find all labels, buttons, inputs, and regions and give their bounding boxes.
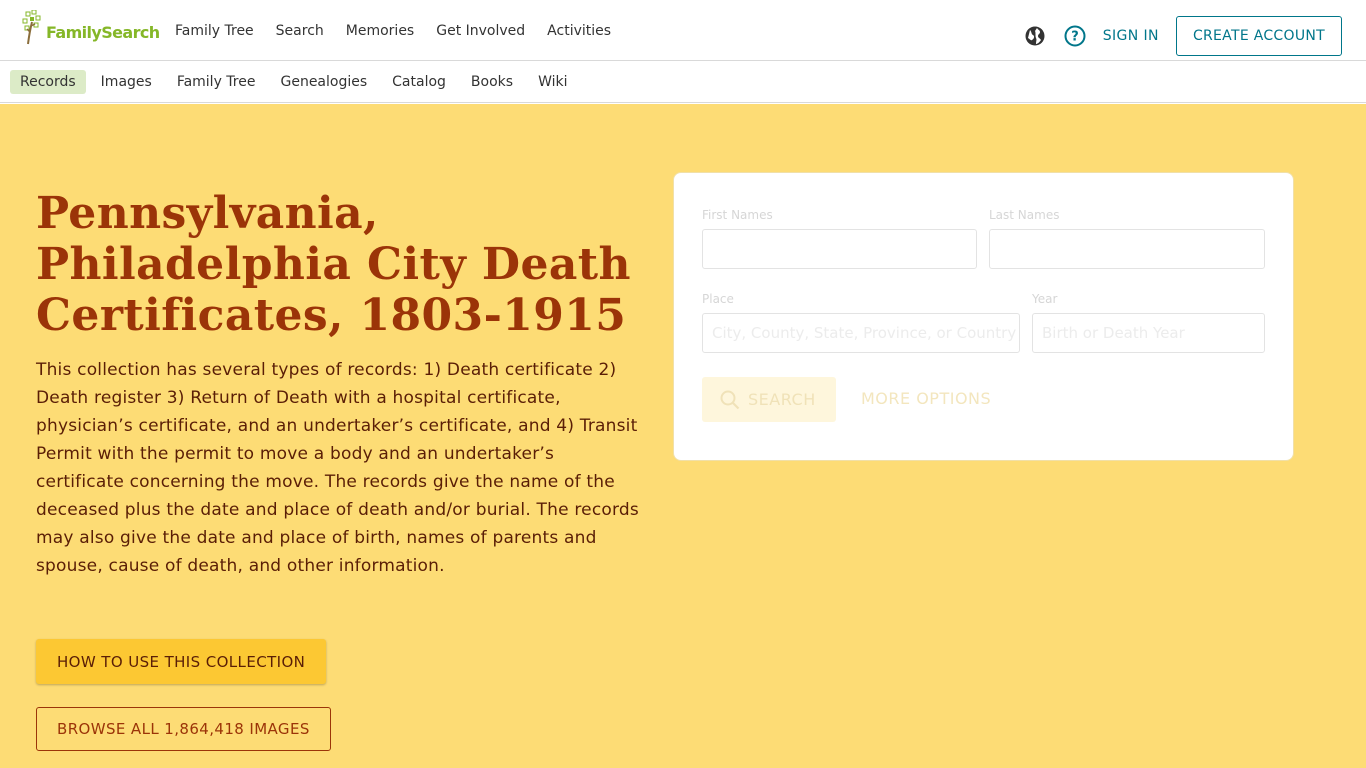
top-header: FamilySearch Family Tree Search Memories… — [0, 0, 1366, 61]
header-tools: ? SIGN IN CREATE ACCOUNT — [1023, 16, 1342, 56]
create-account-button[interactable]: CREATE ACCOUNT — [1175, 16, 1342, 56]
globe-icon[interactable] — [1023, 24, 1047, 48]
last-names-input[interactable] — [989, 229, 1265, 269]
help-icon[interactable]: ? — [1063, 24, 1087, 48]
subnav-catalog[interactable]: Catalog — [382, 70, 456, 94]
nav-search[interactable]: Search — [276, 23, 324, 39]
records-subnav: Records Images Family Tree Genealogies C… — [0, 61, 1366, 103]
collection-description: This collection has several types of rec… — [36, 360, 639, 576]
first-names-label: First Names — [702, 208, 773, 222]
subnav-images[interactable]: Images — [91, 70, 162, 94]
main-nav: Family Tree Search Memories Get Involved… — [175, 0, 633, 61]
year-label: Year — [1032, 292, 1058, 306]
nav-family-tree[interactable]: Family Tree — [175, 23, 254, 39]
last-names-label: Last Names — [989, 208, 1060, 222]
search-icon — [720, 390, 740, 409]
subnav-family-tree[interactable]: Family Tree — [167, 70, 266, 94]
nav-get-involved[interactable]: Get Involved — [436, 23, 525, 39]
tree-logo-icon — [22, 10, 41, 45]
place-input[interactable]: City, County, State, Province, or Countr… — [702, 313, 1020, 353]
subnav-genealogies[interactable]: Genealogies — [270, 70, 377, 94]
sign-in-link[interactable]: SIGN IN — [1103, 28, 1159, 44]
svg-text:?: ? — [1071, 30, 1079, 45]
familysearch-logo[interactable]: FamilySearch — [22, 10, 160, 46]
collection-hero: Pennsylvania, Philadelphia City Death Ce… — [0, 104, 1366, 768]
year-input[interactable]: Birth or Death Year — [1032, 313, 1265, 353]
first-names-input[interactable] — [702, 229, 977, 269]
nav-memories[interactable]: Memories — [346, 23, 414, 39]
more-options-link[interactable]: MORE OPTIONS — [861, 389, 991, 408]
subnav-records[interactable]: Records — [10, 69, 86, 94]
collection-title: Pennsylvania, Philadelphia City Death Ce… — [36, 188, 631, 341]
search-card: First Names Last Names Place City, Count… — [673, 172, 1294, 461]
search-button[interactable]: SEARCH — [702, 377, 836, 422]
search-button-label: SEARCH — [748, 390, 816, 409]
how-to-use-button[interactable]: HOW TO USE THIS COLLECTION — [36, 639, 327, 684]
subnav-books[interactable]: Books — [461, 70, 523, 94]
browse-images-button[interactable]: BROWSE ALL 1,864,418 IMAGES — [36, 707, 331, 751]
nav-activities[interactable]: Activities — [547, 23, 611, 39]
logo-text: FamilySearch — [46, 22, 160, 42]
place-label: Place — [702, 292, 734, 306]
subnav-wiki[interactable]: Wiki — [528, 70, 577, 94]
